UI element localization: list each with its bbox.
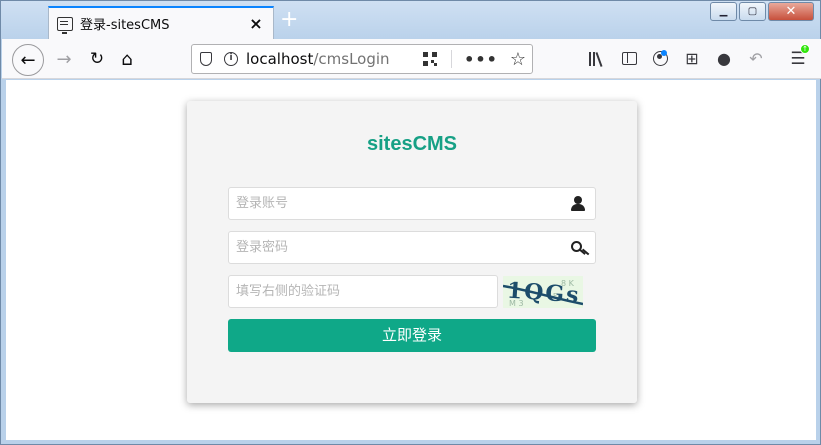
captcha-text: 1QGs [506, 278, 581, 308]
password-input[interactable] [229, 232, 595, 263]
tab-login[interactable]: 登录-sitesCMS × [48, 6, 274, 39]
back-arrow-icon[interactable]: ← [12, 44, 44, 76]
url-path: /cmsLogin [313, 50, 390, 68]
reload-icon[interactable]: ↻ [85, 45, 109, 73]
chat-icon[interactable]: ● [714, 49, 734, 69]
captcha-image[interactable]: M 3 8 K F 1QGs [503, 276, 583, 308]
library-icon[interactable] [587, 49, 607, 69]
account-field [228, 187, 596, 220]
captcha-field [228, 275, 498, 308]
info-icon[interactable]: i [224, 52, 238, 66]
menu-icon[interactable]: ☰ ↑ [788, 44, 810, 69]
login-submit-button[interactable]: 立即登录 [228, 319, 596, 352]
more-icon[interactable]: ••• [464, 50, 498, 69]
update-badge-icon: ↑ [800, 44, 810, 54]
url-bar[interactable]: i localhost/cmsLogin ••• ☆ [191, 44, 533, 74]
captcha-input[interactable] [229, 276, 497, 307]
shield-icon[interactable] [200, 52, 212, 66]
password-field [228, 231, 596, 264]
tab-strip: 登录-sitesCMS × + ▁ ▢ ✕ [1, 1, 820, 39]
url-host: localhost [246, 50, 314, 68]
user-icon [571, 196, 585, 212]
login-card: sitesCMS M 3 8 K F 1QGs [187, 101, 637, 403]
close-window-button[interactable]: ✕ [768, 2, 814, 21]
account-icon[interactable] [650, 49, 670, 69]
url-text[interactable]: localhost/cmsLogin [246, 50, 423, 68]
home-icon[interactable]: ⌂ [115, 45, 139, 73]
page-viewport: sitesCMS M 3 8 K F 1QGs [6, 80, 816, 440]
account-input[interactable] [229, 188, 595, 219]
maximize-button[interactable]: ▢ [739, 2, 766, 21]
qr-code-icon[interactable] [423, 52, 438, 66]
browser-window: 登录-sitesCMS × + ▁ ▢ ✕ ← → ↻ ⌂ i localhos… [0, 0, 821, 445]
window-controls: ▁ ▢ ✕ [708, 2, 814, 21]
url-separator [451, 50, 453, 68]
sidebar-icon[interactable] [619, 49, 639, 69]
brand-title: sitesCMS [366, 133, 458, 155]
bookmark-star-icon[interactable]: ☆ [510, 49, 526, 70]
key-icon [571, 240, 585, 256]
navigation-toolbar: ← → ↻ ⌂ i localhost/cmsLogin ••• ☆ ⊞ ● ↶… [2, 39, 821, 79]
page-favicon-icon [57, 16, 73, 34]
tab-close-icon[interactable]: × [247, 14, 265, 33]
captcha-graphic: M 3 8 K F 1QGs [503, 276, 583, 308]
new-tab-button[interactable]: + [280, 9, 298, 31]
undo-icon[interactable]: ↶ [746, 49, 766, 69]
tab-title: 登录-sitesCMS [80, 18, 170, 33]
minimize-button[interactable]: ▁ [710, 2, 737, 21]
forward-arrow-icon[interactable]: → [52, 45, 76, 73]
crop-icon[interactable]: ⊞ [682, 49, 702, 69]
